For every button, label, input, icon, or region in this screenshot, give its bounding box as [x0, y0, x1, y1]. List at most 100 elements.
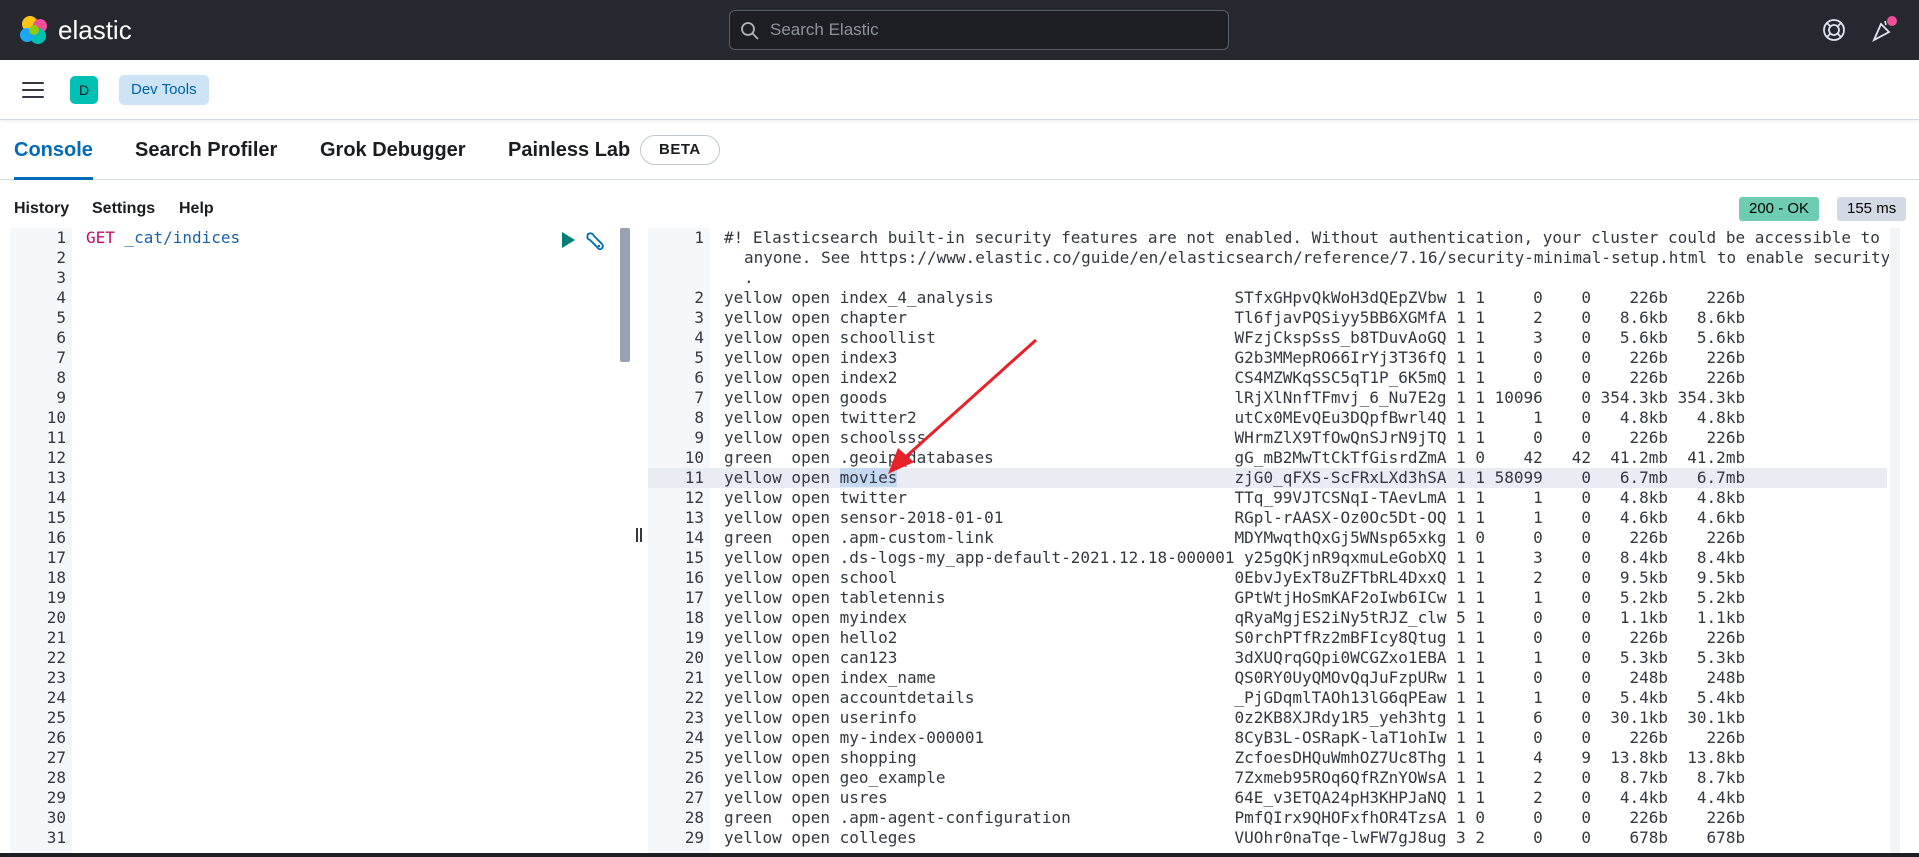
- response-text: yellow open myindex qRyaMgjES2iNy5tRJZ_c…: [724, 608, 1746, 627]
- response-text: green open .geoip_databases gG_mB2MwTtCk…: [724, 448, 1746, 467]
- line-number: 28: [46, 768, 66, 787]
- help-icon[interactable]: [1822, 18, 1846, 42]
- response-text: yellow open .ds-logs-my_app-default-2021…: [724, 548, 1746, 567]
- line-number: 29: [684, 828, 704, 847]
- line-number: 5: [56, 308, 66, 327]
- tab-console[interactable]: Console: [14, 121, 93, 180]
- line-number: 3: [694, 308, 704, 327]
- line-number: 12: [46, 448, 66, 467]
- response-text: yellow open index2 CS4MZWKqSSC5qT1P_6K5m…: [724, 368, 1746, 387]
- line-number: 9: [56, 388, 66, 407]
- response-text: yellow open index_4_analysis STfxGHpvQkW…: [724, 288, 1746, 307]
- line-number: 5: [694, 348, 704, 367]
- response-text: yellow open hello2 S0rchPTfRz2mBFIcy8Qtu…: [724, 628, 1746, 647]
- response-text: yellow open can123 3dXUQrqGQpi0WCGZxo1EB…: [724, 648, 1746, 667]
- response-text: green open .apm-custom-link MDYMwqthQxGj…: [724, 528, 1746, 547]
- response-text: green open .apm-agent-configuration PmfQ…: [724, 808, 1746, 827]
- line-number: 13: [684, 508, 704, 527]
- response-text: yellow open schoolsss WHrmZlX9TfOwQnSJrN…: [724, 428, 1746, 447]
- newsfeed-icon[interactable]: [1871, 16, 1897, 44]
- line-number: 7: [694, 388, 704, 407]
- line-number: 10: [46, 408, 66, 427]
- response-text: anyone. See https://www.elastic.co/guide…: [744, 248, 1889, 267]
- line-number: 11: [684, 468, 704, 487]
- line-number: 21: [684, 668, 704, 687]
- line-number: 22: [684, 688, 704, 707]
- line-number: 13: [46, 468, 66, 487]
- line-number: 8: [56, 368, 66, 387]
- response-text: yellow open shopping ZcfoesDHQuWmhOZ7Uc8…: [724, 748, 1746, 767]
- bottom-edge: [0, 853, 1919, 857]
- line-number: 23: [684, 708, 704, 727]
- line-number: 31: [46, 828, 66, 847]
- line-number: 15: [46, 508, 66, 527]
- response-text: yellow open tabletennis GPtWtjHoSmKAF2oI…: [724, 588, 1746, 607]
- line-number: 6: [56, 328, 66, 347]
- line-number: 21: [46, 628, 66, 647]
- menu-icon[interactable]: [22, 80, 44, 100]
- response-text: #! Elasticsearch built-in security featu…: [724, 228, 1880, 247]
- line-number: 12: [684, 488, 704, 507]
- line-number: 4: [56, 288, 66, 307]
- annotation-arrow-icon: [888, 338, 1038, 474]
- response-text: yellow open goods lRjXlNnfTFmvj_6_Nu7E2g…: [724, 388, 1746, 407]
- line-number: 20: [46, 608, 66, 627]
- tab-grok-debugger[interactable]: Grok Debugger: [320, 121, 466, 179]
- line-number: 24: [684, 728, 704, 747]
- line-number: 16: [684, 568, 704, 587]
- play-icon[interactable]: [560, 231, 576, 249]
- request-text[interactable]: GET _cat/indices: [86, 228, 240, 248]
- history-link[interactable]: History: [14, 200, 69, 218]
- line-number: 20: [684, 648, 704, 667]
- response-text: yellow open index3 G2b3MMepRO66IrYj3T36f…: [724, 348, 1746, 367]
- breadcrumb-dev-tools[interactable]: Dev Tools: [119, 75, 209, 105]
- response-text: yellow open usres 64E_v3ETQA24pH3KHPJaNQ…: [724, 788, 1746, 807]
- response-text: .: [744, 268, 754, 287]
- request-method: GET: [86, 228, 115, 247]
- line-number: 16: [46, 528, 66, 547]
- request-path: _cat/indices: [114, 228, 241, 247]
- help-link[interactable]: Help: [179, 200, 214, 218]
- response-time-badge: 155 ms: [1837, 197, 1907, 221]
- line-number: 27: [684, 788, 704, 807]
- search-placeholder: Search Elastic: [770, 20, 879, 39]
- line-number: 27: [46, 748, 66, 767]
- response-text: yellow open twitter2 utCx0MEvQEu3DQpfBwr…: [724, 408, 1746, 427]
- wrench-icon[interactable]: [584, 230, 606, 252]
- notification-dot: [1887, 16, 1897, 26]
- line-number: 8: [694, 408, 704, 427]
- response-text: yellow open my-index-000001 8CyB3L-OSRap…: [724, 728, 1746, 747]
- search-input[interactable]: Search Elastic: [729, 10, 1229, 50]
- line-number: 15: [684, 548, 704, 567]
- elastic-logo-icon[interactable]: [18, 14, 50, 46]
- response-text: yellow open twitter TTq_99VJTCSNqI-TAevL…: [724, 488, 1746, 507]
- response-text: yellow open chapter Tl6fjavPQSiyy5BB6XGM…: [724, 308, 1746, 327]
- dev-tools-tabs: Console Search Profiler Grok Debugger Pa…: [0, 121, 1919, 180]
- line-number: 26: [46, 728, 66, 747]
- pane-resize-handle[interactable]: [633, 228, 645, 857]
- response-text: yellow open schoollist WFzjCkspSsS_b8TDu…: [724, 328, 1746, 347]
- line-number: 19: [46, 588, 66, 607]
- line-number: 28: [684, 808, 704, 827]
- tab-search-profiler[interactable]: Search Profiler: [135, 121, 277, 179]
- response-text: yellow open movies zjG0_qFXS-ScFRxLXd3hS…: [724, 468, 1746, 487]
- line-number: 7: [56, 348, 66, 367]
- request-scrollbar[interactable]: [620, 228, 630, 362]
- response-scrollbar[interactable]: [1890, 228, 1900, 857]
- search-icon: [741, 22, 759, 40]
- line-number: 14: [684, 528, 704, 547]
- line-number: 14: [46, 488, 66, 507]
- response-viewer[interactable]: 1 #! Elasticsearch built-in security feat…: [648, 228, 1889, 857]
- settings-link[interactable]: Settings: [92, 200, 155, 218]
- line-number: 10: [684, 448, 704, 467]
- line-number: 24: [46, 688, 66, 707]
- line-number: 25: [684, 748, 704, 767]
- line-number: 18: [684, 608, 704, 627]
- response-text: yellow open index_name QS0RY0UyQMOvQqJuF…: [724, 668, 1746, 687]
- line-number: 1: [694, 228, 704, 247]
- space-avatar[interactable]: D: [70, 76, 98, 104]
- logo-text[interactable]: elastic: [58, 14, 132, 46]
- line-number: 4: [694, 328, 704, 347]
- request-editor[interactable]: 1 GET _cat/indices 2 3 4 5 6 7 8 9 10 11 12 13 14 15 16 1…: [10, 228, 630, 857]
- tab-painless-lab[interactable]: Painless Lab: [508, 121, 630, 179]
